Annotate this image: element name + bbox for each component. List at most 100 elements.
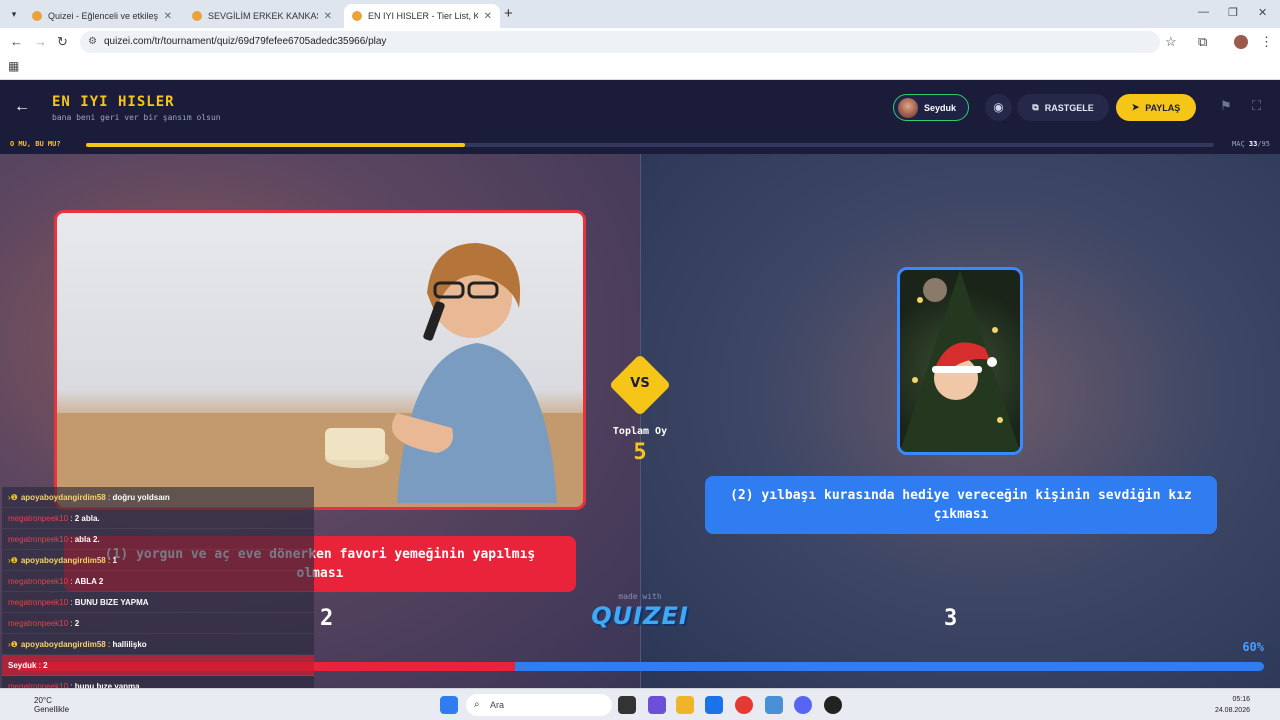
chat-text: 2 xyxy=(74,619,80,628)
new-tab-icon[interactable]: + xyxy=(504,5,513,22)
left-option-image[interactable] xyxy=(54,210,586,510)
reload-icon[interactable]: ↻ xyxy=(57,34,68,50)
chat-message: megatronpeek10 : ABLA 2 xyxy=(2,571,314,592)
chat-username: Seyduk xyxy=(8,661,37,670)
apps-grid-icon[interactable]: ▦ xyxy=(8,59,19,73)
chat-text: doğru yoldsaın xyxy=(112,493,170,502)
close-tab-icon[interactable]: ✕ xyxy=(164,11,172,22)
search-icon: ⌕ xyxy=(474,699,480,710)
chat-username: megatronpeek10 xyxy=(8,577,69,586)
made-with-label: made with xyxy=(618,592,662,601)
username: Seyduk xyxy=(924,102,957,113)
close-window-icon[interactable]: ✕ xyxy=(1258,6,1267,19)
chat-username: apoyaboydangirdim58 xyxy=(20,493,106,502)
avatar xyxy=(898,97,918,118)
share-label: PAYLAŞ xyxy=(1145,102,1181,113)
file-explorer-icon[interactable] xyxy=(676,696,694,714)
match-progress: O MU, BU MU? MAÇ 33/95 xyxy=(0,136,1280,154)
chat-message: ›❶ apoyaboydangirdim58 : doğru yoldsaın xyxy=(2,487,314,508)
favicon-icon xyxy=(352,11,362,21)
tab-label: Quizei - Eğlenceli ve etkileşimli xyxy=(48,11,158,21)
chat-username: megatronpeek10 xyxy=(8,535,69,544)
discord-icon[interactable] xyxy=(794,696,812,714)
quiz-subtitle: bana beni geri ver bir şansım olsun xyxy=(52,113,221,122)
task-view-icon[interactable] xyxy=(618,696,636,714)
taskbar-search[interactable]: ⌕ Ara xyxy=(466,694,612,716)
woman-on-phone-image xyxy=(57,243,583,507)
back-arrow-icon[interactable]: ← xyxy=(14,98,30,116)
chat-text: 1 xyxy=(112,556,117,565)
progress-track xyxy=(86,143,1214,147)
chat-badge-icon: ›❶ xyxy=(8,556,18,565)
quiz-header: ← EN IYI HISLER bana beni geri ver bir ş… xyxy=(0,80,1280,136)
tab-sevgilim[interactable]: SEVGİLİM ERKEK KANKASI İLE N ✕ xyxy=(184,4,340,28)
random-label: RASTGELE xyxy=(1044,102,1094,113)
site-info-icon[interactable]: ⚙ xyxy=(88,31,97,53)
right-vote-count: 3 xyxy=(944,606,958,631)
copilot-icon[interactable] xyxy=(648,696,666,714)
browser-tab-bar: ▾ Quizei - Eğlenceli ve etkileşimli ✕ SE… xyxy=(0,0,1280,28)
weather-widget[interactable]: 20°C Genellikle xyxy=(34,696,69,714)
chat-message: megatronpeek10 : abla 2. xyxy=(2,529,314,550)
chat-message: megatronpeek10 : 2 abla. xyxy=(2,508,314,529)
live-chat: ›❶ apoyaboydangirdim58 : doğru yoldsaın me… xyxy=(2,487,314,718)
fullscreen-icon[interactable]: ⛶ xyxy=(1252,98,1261,114)
chat-text: ABLA 2 xyxy=(74,577,104,586)
extensions-icon[interactable]: ⧉ xyxy=(1198,34,1207,50)
total-votes-value: 5 xyxy=(633,440,647,465)
obs-icon[interactable] xyxy=(824,696,842,714)
user-button[interactable]: Seyduk xyxy=(893,94,969,121)
favicon-icon xyxy=(192,11,202,21)
clock[interactable]: 05:16 24.08.2026 xyxy=(1215,694,1250,716)
menu-icon[interactable]: ⋮ xyxy=(1260,34,1273,50)
match-counter: MAÇ 33/95 xyxy=(1232,140,1270,148)
chat-message: ›❶ apoyaboydangirdim58 : hallilişko xyxy=(2,634,314,655)
chat-text: hallilişko xyxy=(112,640,147,649)
bookmarks-bar: ▦ xyxy=(0,56,1280,80)
total-votes-label: Toplam Oy xyxy=(612,426,668,437)
christmas-tree-photo xyxy=(900,270,1020,452)
chat-text: 2 abla. xyxy=(74,514,100,523)
close-tab-icon[interactable]: ✕ xyxy=(484,11,492,22)
progress-fill xyxy=(86,143,465,147)
address-bar-row: ← → ↻ ⚙ quizei.com/tr/tournament/quiz/69… xyxy=(0,28,1280,56)
chat-message: ›❶ apoyaboydangirdim58 : 1 xyxy=(2,550,314,571)
store-icon[interactable] xyxy=(705,696,723,714)
settings-icon[interactable] xyxy=(765,696,783,714)
chat-badge-icon: ›❶ xyxy=(8,493,18,502)
restore-icon[interactable]: ❐ xyxy=(1228,6,1238,19)
close-tab-icon[interactable]: ✕ xyxy=(324,11,332,22)
tab-label: SEVGİLİM ERKEK KANKASI İLE N xyxy=(208,11,318,21)
tab-quizei-home[interactable]: Quizei - Eğlenceli ve etkileşimli ✕ xyxy=(24,4,180,28)
right-option-image[interactable] xyxy=(897,267,1023,455)
right-option-caption[interactable]: (2) yılbaşı kurasında hediye vereceğin k… xyxy=(705,476,1217,534)
eye-icon[interactable]: ◉ xyxy=(985,94,1012,121)
tab-en-iyi-hisler[interactable]: EN IYI HISLER - Tier List, Kör Se ✕ xyxy=(344,4,500,28)
quiz-title: EN IYI HISLER xyxy=(52,94,175,110)
right-percentage: 60% xyxy=(1242,640,1264,654)
back-icon[interactable]: ← xyxy=(10,34,23,49)
chat-username: apoyaboydangirdim58 xyxy=(20,556,106,565)
profile-avatar[interactable] xyxy=(1234,35,1248,49)
dice-icon: ⧉ xyxy=(1032,102,1039,112)
forward-icon[interactable]: → xyxy=(34,34,47,49)
url-input[interactable]: ⚙ quizei.com/tr/tournament/quiz/69d79fef… xyxy=(80,31,1160,53)
chat-username: megatronpeek10 xyxy=(8,619,69,628)
chat-username: megatronpeek10 xyxy=(8,598,69,607)
left-vote-count: 2 xyxy=(320,606,334,631)
chat-message: megatronpeek10 : BUNU BIZE YAPMA xyxy=(2,592,314,613)
minimize-icon[interactable]: — xyxy=(1198,6,1209,18)
start-icon[interactable] xyxy=(440,696,458,714)
share-button[interactable]: ➤ PAYLAŞ xyxy=(1116,94,1196,121)
tab-search-icon[interactable]: ▾ xyxy=(6,6,22,22)
windows-taskbar: 20°C Genellikle ⌕ Ara 05:16 24.08.2026 xyxy=(0,688,1280,720)
chat-message: Seyduk : 2 xyxy=(2,655,314,676)
chat-message: megatronpeek10 : 2 xyxy=(2,613,314,634)
flag-icon[interactable]: ⚑ xyxy=(1220,98,1232,114)
vs-label: VS xyxy=(630,376,650,391)
send-icon: ➤ xyxy=(1131,102,1140,112)
chat-text: BUNU BIZE YAPMA xyxy=(74,598,149,607)
chrome-icon[interactable] xyxy=(735,696,753,714)
random-button[interactable]: ⧉ RASTGELE xyxy=(1017,94,1109,121)
bookmark-star-icon[interactable]: ☆ xyxy=(1165,34,1177,50)
